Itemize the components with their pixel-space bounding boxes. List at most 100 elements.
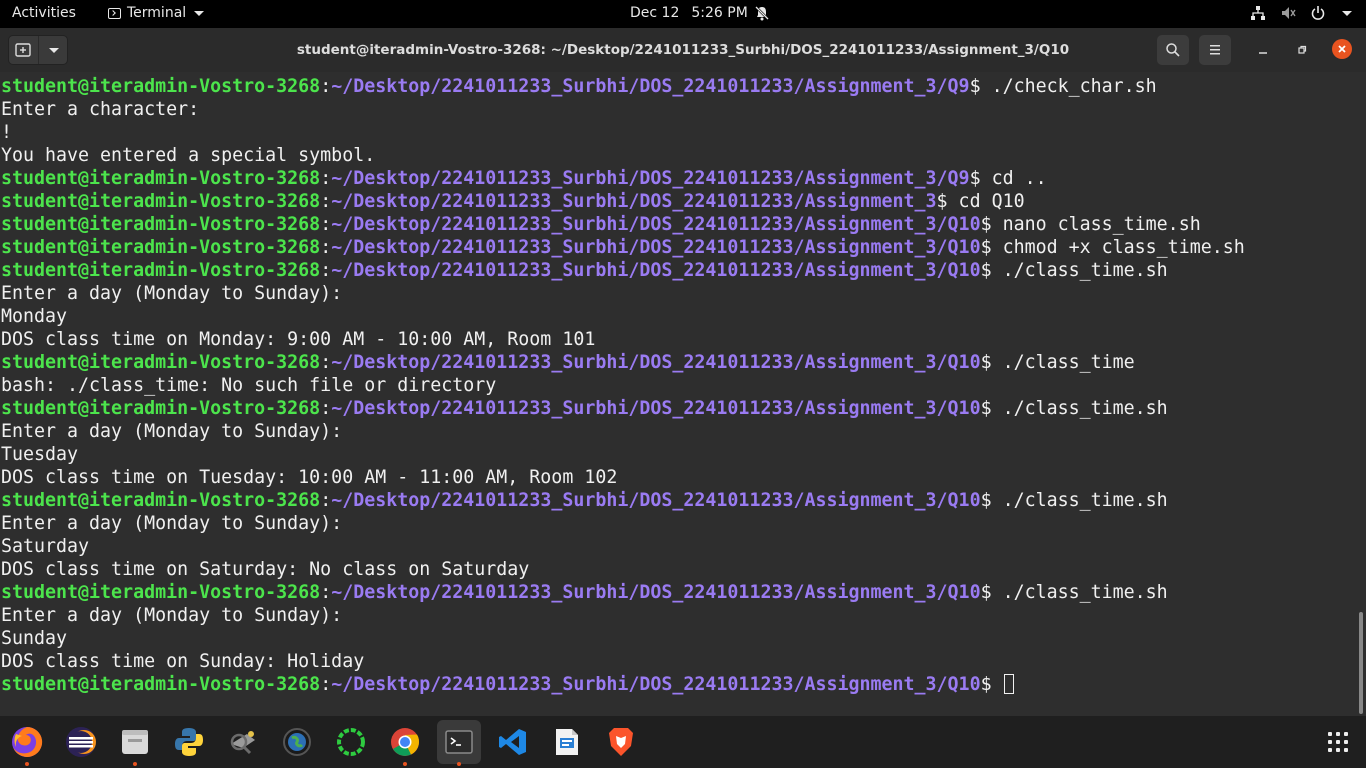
text-editor-icon [556, 729, 578, 755]
prompt-line: student@iteradmin-Vostro-3268:~/Desktop/… [1, 167, 1245, 190]
new-tab-menu-button[interactable] [37, 36, 68, 64]
new-tab-button[interactable] [9, 36, 38, 64]
command-text: $ ./class_time.sh [980, 490, 1168, 511]
prompt-user: student@iteradmin-Vostro-3268 [1, 214, 321, 235]
terminal-headerbar: student@iteradmin-Vostro-3268: ~/Desktop… [0, 28, 1366, 73]
running-indicator [133, 762, 137, 766]
ring-app-icon [337, 728, 365, 756]
minimize-button[interactable] [1254, 41, 1272, 59]
running-indicator [457, 762, 461, 766]
dock [0, 716, 1366, 768]
prompt-path: ~/Desktop/2241011233_Surbhi/DOS_22410112… [331, 237, 981, 258]
output-line: Tuesday [1, 444, 79, 465]
prompt-user: student@iteradmin-Vostro-3268 [1, 582, 321, 603]
command-text: $ cd Q10 [936, 191, 1025, 212]
prompt-user: student@iteradmin-Vostro-3268 [1, 352, 321, 373]
prompt-line: student@iteradmin-Vostro-3268:~/Desktop/… [1, 351, 1245, 374]
firefox-icon [12, 726, 43, 757]
prompt-user: student@iteradmin-Vostro-3268 [1, 168, 321, 189]
output-line: ! [1, 122, 13, 143]
dock-app-files[interactable] [113, 720, 157, 766]
prompt-path: ~/Desktop/2241011233_Surbhi/DOS_22410112… [331, 490, 981, 511]
running-indicator [25, 762, 29, 766]
prompt-separator: : [320, 237, 332, 258]
prompt-path: ~/Desktop/2241011233_Surbhi/DOS_22410112… [331, 352, 981, 373]
dock-app-text-editor[interactable] [545, 720, 589, 764]
dock-app-vscode[interactable] [491, 720, 535, 764]
prompt-separator: : [320, 260, 332, 281]
scrollbar-thumb[interactable] [1359, 612, 1363, 714]
dock-app-wireshark[interactable] [221, 720, 265, 764]
system-menu[interactable] [1250, 5, 1352, 21]
terminal-icon [108, 7, 121, 19]
prompt-separator: : [320, 352, 332, 373]
dock-app-brave[interactable] [599, 720, 643, 764]
clock-time: 5:26 PM [691, 5, 748, 21]
output-line: bash: ./class_time: No such file or dire… [1, 375, 497, 396]
prompt-separator: : [320, 490, 332, 511]
dock-app-firefox[interactable] [5, 720, 49, 766]
command-text: $ [980, 674, 1003, 695]
activities-button[interactable]: Activities [12, 5, 76, 21]
files-icon [122, 730, 148, 754]
maximize-button[interactable] [1293, 41, 1311, 59]
window-title: student@iteradmin-Vostro-3268: ~/Desktop… [296, 42, 1070, 58]
prompt-line: student@iteradmin-Vostro-3268:~/Desktop/… [1, 397, 1245, 420]
brave-icon [609, 728, 633, 756]
prompt-line: student@iteradmin-Vostro-3268:~/Desktop/… [1, 489, 1245, 512]
prompt-separator: : [320, 674, 332, 695]
prompt-line: student@iteradmin-Vostro-3268:~/Desktop/… [1, 581, 1245, 604]
command-text: $ cd .. [969, 168, 1047, 189]
command-text: $ ./class_time.sh [980, 260, 1168, 281]
dock-app-ring[interactable] [329, 720, 373, 764]
prompt-path: ~/Desktop/2241011233_Surbhi/DOS_22410112… [331, 76, 970, 97]
terminal-icon [445, 730, 473, 754]
top-bar: Activities Terminal Dec 12 5:26 PM [0, 0, 1366, 28]
dock-app-terminal[interactable] [437, 720, 481, 766]
output-line: You have entered a special symbol. [1, 145, 376, 166]
command-text: $ ./class_time.sh [980, 398, 1168, 419]
scrollbar[interactable] [1356, 72, 1366, 716]
close-button[interactable] [1332, 39, 1352, 59]
vscode-icon [499, 729, 526, 755]
prompt-path: ~/Desktop/2241011233_Surbhi/DOS_22410112… [331, 214, 981, 235]
prompt-path: ~/Desktop/2241011233_Surbhi/DOS_22410112… [331, 260, 981, 281]
prompt-separator: : [320, 168, 332, 189]
new-tab-icon [15, 43, 31, 57]
search-button[interactable] [1157, 35, 1189, 65]
app-menu-label: Terminal [127, 5, 187, 21]
eclipse-icon [66, 727, 96, 757]
dock-app-python[interactable] [167, 720, 211, 764]
prompt-user: student@iteradmin-Vostro-3268 [1, 260, 321, 281]
prompt-separator: : [320, 76, 332, 97]
dock-app-chrome[interactable] [383, 720, 427, 766]
running-indicator [403, 762, 407, 766]
prompt-line: student@iteradmin-Vostro-3268:~/Desktop/… [1, 673, 1245, 696]
output-line: Enter a character: [1, 99, 200, 120]
prompt-path: ~/Desktop/2241011233_Surbhi/DOS_22410112… [331, 191, 937, 212]
terminal-lines: student@iteradmin-Vostro-3268:~/Desktop/… [1, 75, 1245, 696]
dock-app-eclipse[interactable] [59, 720, 103, 764]
show-applications-button[interactable] [1328, 732, 1348, 752]
text-cursor[interactable] [1003, 674, 1014, 694]
globe-app-icon [283, 728, 311, 756]
volume-muted-icon [1282, 7, 1296, 19]
python-icon [175, 728, 203, 756]
output-line: DOS class time on Sunday: Holiday [1, 651, 365, 672]
prompt-path: ~/Desktop/2241011233_Surbhi/DOS_22410112… [331, 674, 981, 695]
output-line: DOS class time on Monday: 9:00 AM - 10:0… [1, 329, 596, 350]
prompt-line: student@iteradmin-Vostro-3268:~/Desktop/… [1, 190, 1245, 213]
app-menu[interactable]: Terminal [108, 5, 205, 21]
prompt-path: ~/Desktop/2241011233_Surbhi/DOS_22410112… [331, 582, 981, 603]
minimize-icon [1259, 52, 1267, 54]
output-line: Enter a day (Monday to Sunday): [1, 513, 343, 534]
prompt-user: student@iteradmin-Vostro-3268 [1, 237, 321, 258]
terminal-output[interactable]: student@iteradmin-Vostro-3268:~/Desktop/… [0, 72, 1356, 716]
command-text: $ chmod +x class_time.sh [980, 237, 1245, 258]
hamburger-menu-button[interactable] [1199, 35, 1231, 65]
close-icon [1338, 45, 1346, 53]
dock-app-globe[interactable] [275, 720, 319, 764]
prompt-path: ~/Desktop/2241011233_Surbhi/DOS_22410112… [331, 168, 970, 189]
prompt-path: ~/Desktop/2241011233_Surbhi/DOS_22410112… [331, 398, 981, 419]
clock[interactable]: Dec 12 5:26 PM [630, 5, 770, 21]
